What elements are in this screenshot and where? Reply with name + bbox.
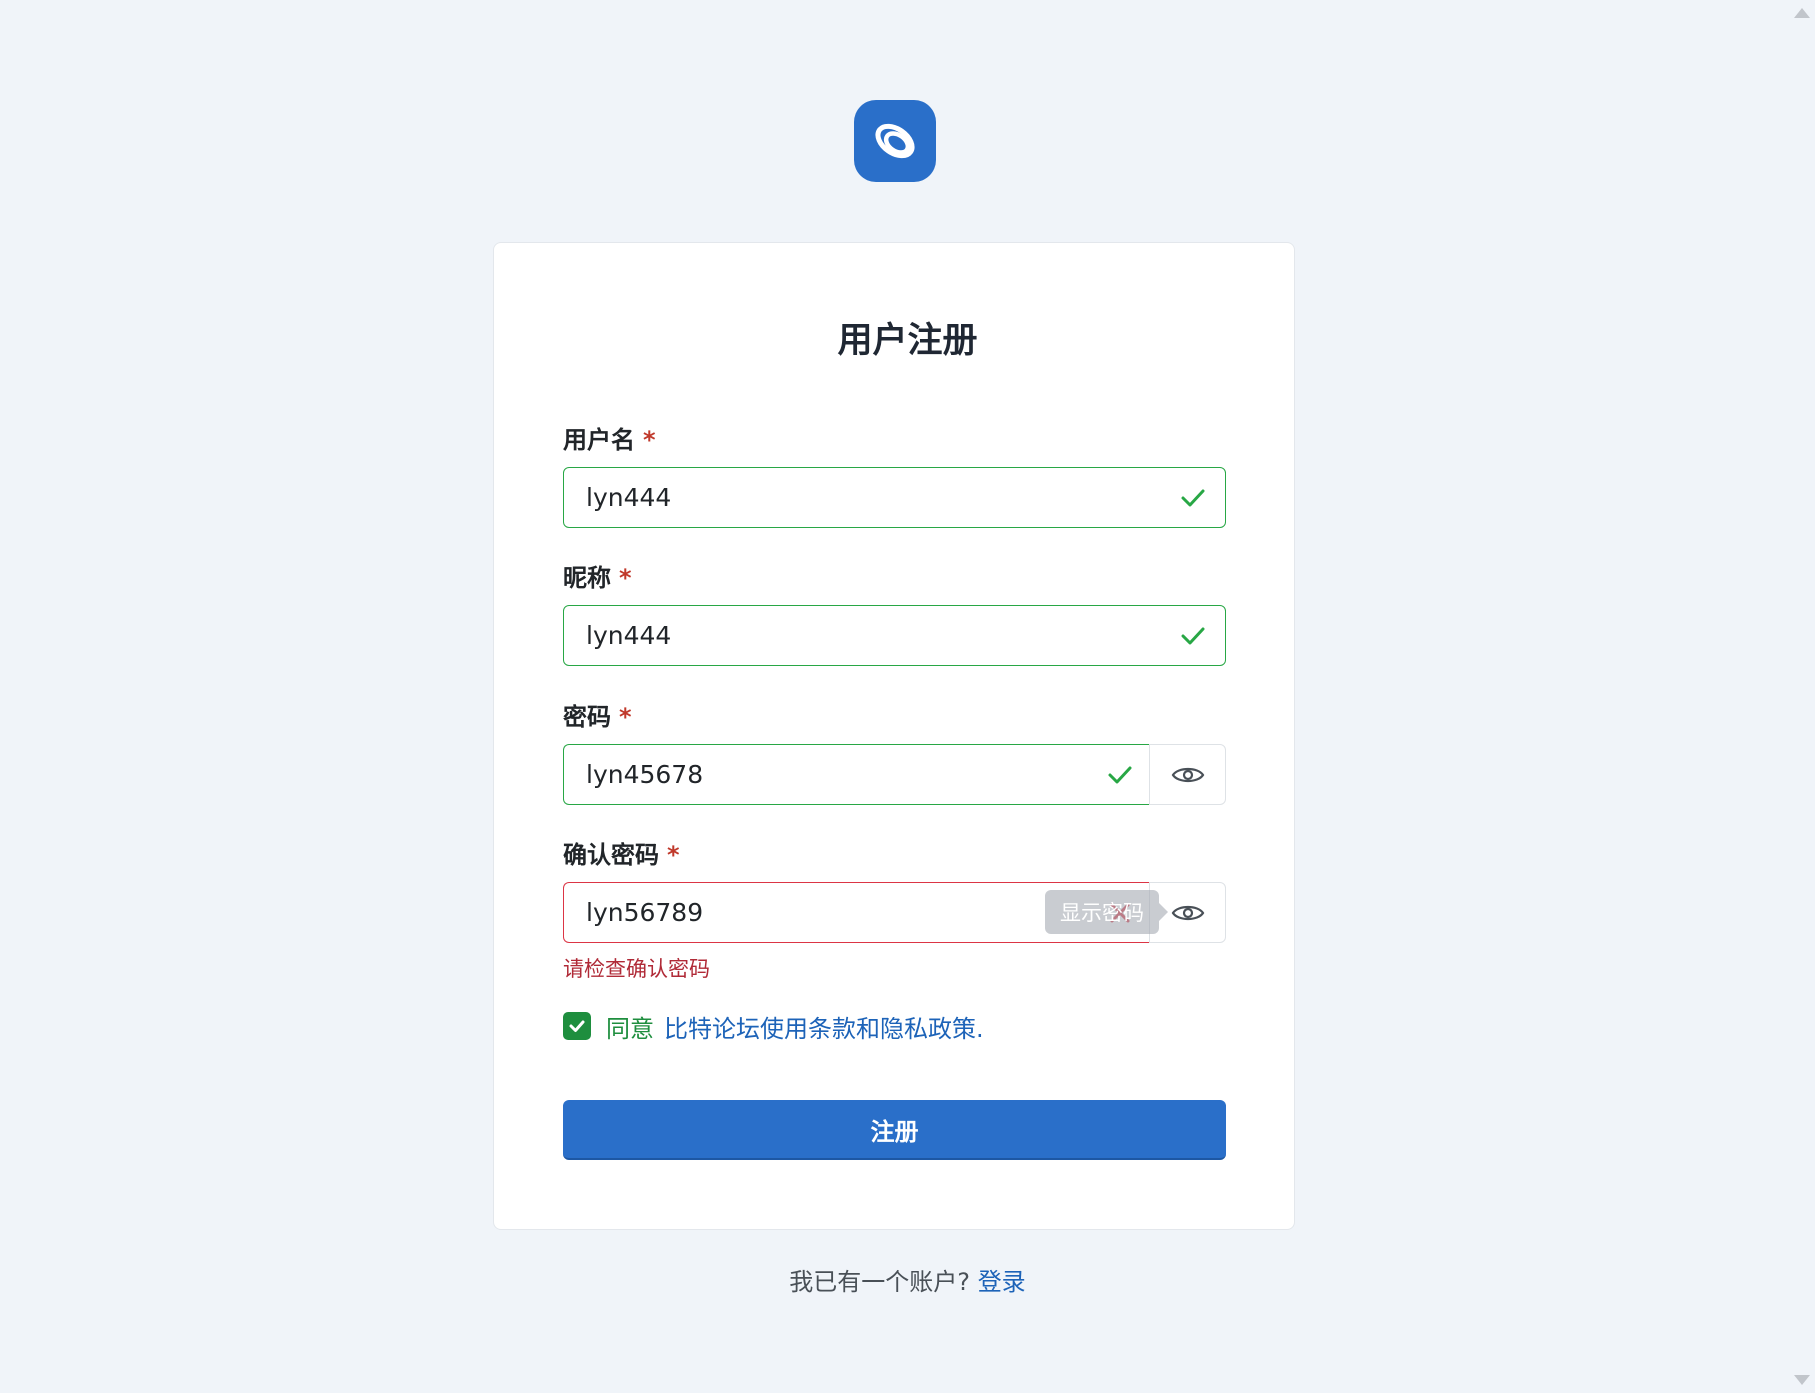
confirm-password-label: 确认密码 * [563, 835, 680, 870]
app-logo-icon [875, 123, 915, 159]
login-prompt-text: 我已有一个账户? [789, 1268, 971, 1296]
confirm-password-label-text: 确认密码 [563, 841, 659, 869]
toggle-password-visibility-button[interactable] [1149, 744, 1226, 805]
confirm-password-error: 请检查确认密码 [563, 957, 710, 981]
eye-icon [1171, 905, 1204, 920]
terms-link[interactable]: 比特论坛使用条款和隐私政策. [664, 1009, 984, 1044]
scroll-up-arrow[interactable] [1794, 8, 1810, 18]
scroll-down-arrow[interactable] [1794, 1375, 1810, 1385]
password-field-wrapper [563, 744, 1150, 805]
required-mark: * [667, 841, 680, 869]
login-link[interactable]: 登录 [978, 1268, 1026, 1296]
agreement-label[interactable]: 同意 [606, 1009, 654, 1044]
nickname-label: 昵称 * [563, 558, 632, 593]
nickname-input[interactable] [564, 606, 1225, 665]
page-title: 用户注册 [837, 321, 978, 361]
required-mark: * [619, 703, 632, 731]
required-mark: * [619, 564, 632, 592]
username-label-text: 用户名 [563, 426, 635, 454]
check-icon [1108, 766, 1132, 784]
username-label: 用户名 * [563, 420, 656, 455]
check-icon [1181, 489, 1205, 507]
agreement-row: 同意 比特论坛使用条款和隐私政策. [563, 1009, 984, 1044]
show-password-tooltip: 显示密码 [1045, 890, 1168, 934]
password-input[interactable] [564, 745, 1150, 804]
register-card [493, 242, 1295, 1230]
password-label-text: 密码 [563, 703, 611, 731]
login-prompt: 我已有一个账户? 登录 [0, 1262, 1815, 1297]
agreement-checkbox[interactable] [563, 1012, 591, 1040]
nickname-label-text: 昵称 [563, 564, 611, 592]
required-mark: * [643, 426, 656, 454]
check-icon [1181, 627, 1205, 645]
username-input[interactable] [564, 468, 1225, 527]
checkbox-checked-icon [569, 1020, 585, 1032]
register-button[interactable]: 注册 [563, 1100, 1226, 1160]
password-field-group [563, 744, 1226, 805]
eye-icon [1171, 767, 1204, 782]
nickname-field-wrapper [563, 605, 1226, 666]
username-field-wrapper [563, 467, 1226, 528]
password-label: 密码 * [563, 697, 632, 732]
app-logo [854, 100, 936, 182]
